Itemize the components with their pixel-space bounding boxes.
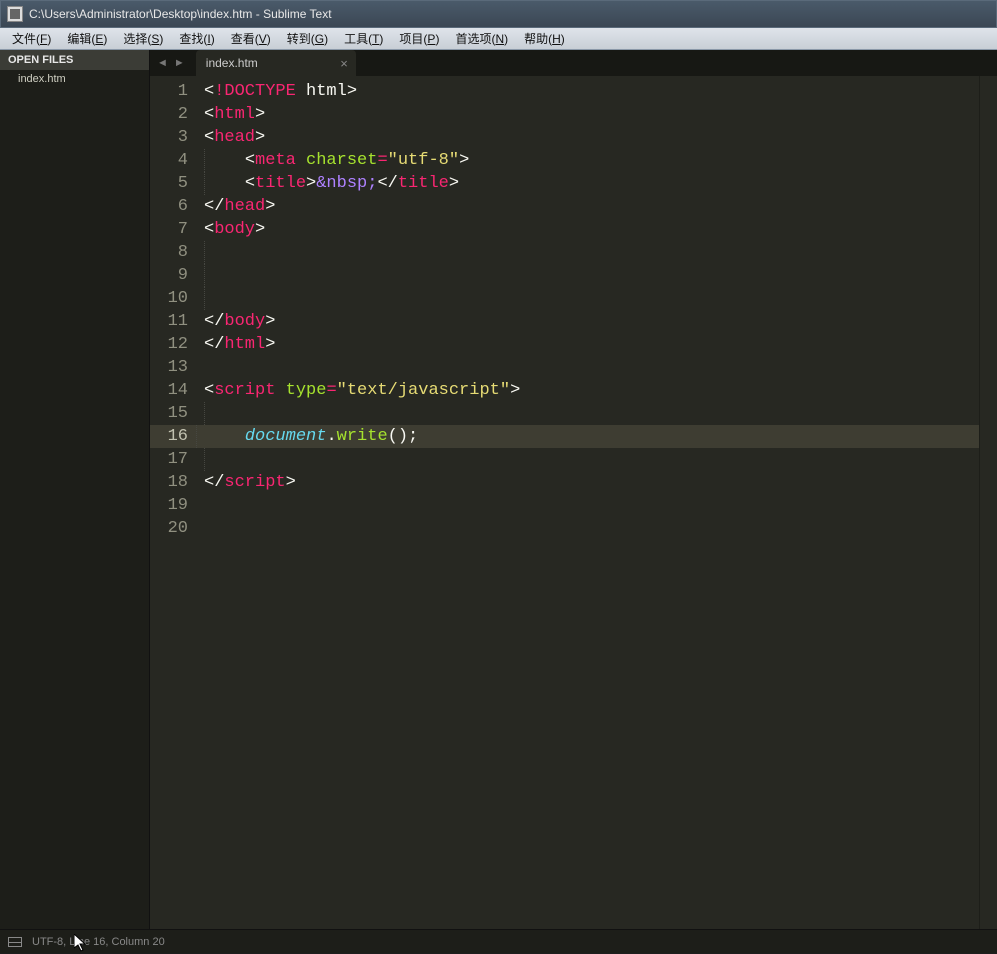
editor-pane: ◄ ► index.htm× 1234567891011121314151617… bbox=[150, 50, 997, 929]
line-number: 7 bbox=[150, 218, 188, 241]
status-encoding[interactable]: UTF-8 bbox=[32, 936, 63, 948]
tab-close-icon[interactable]: × bbox=[340, 56, 348, 71]
menu-item-t[interactable]: 工具(T) bbox=[336, 28, 391, 49]
window-titlebar[interactable]: C:\Users\Administrator\Desktop\index.htm… bbox=[0, 0, 997, 28]
line-number: 20 bbox=[150, 517, 188, 540]
code-line[interactable] bbox=[204, 287, 979, 310]
code-line[interactable]: <body> bbox=[204, 218, 979, 241]
code-line[interactable]: <meta charset="utf-8"> bbox=[204, 149, 979, 172]
line-number: 19 bbox=[150, 494, 188, 517]
tab-item[interactable]: index.htm × bbox=[196, 50, 356, 76]
code-line[interactable]: </script> bbox=[204, 471, 979, 494]
app-icon bbox=[7, 6, 23, 22]
line-number: 18 bbox=[150, 471, 188, 494]
menu-item-g[interactable]: 转到(G) bbox=[279, 28, 336, 49]
code-line[interactable] bbox=[204, 494, 979, 517]
sidebar: OPEN FILES index.htm bbox=[0, 50, 150, 929]
line-number: 9 bbox=[150, 264, 188, 287]
line-number: 13 bbox=[150, 356, 188, 379]
line-number: 10 bbox=[150, 287, 188, 310]
menu-item-n[interactable]: 首选项(N) bbox=[447, 28, 516, 49]
line-number: 6 bbox=[150, 195, 188, 218]
code-line[interactable] bbox=[204, 517, 979, 540]
line-number: 15 bbox=[150, 402, 188, 425]
line-number: 11 bbox=[150, 310, 188, 333]
window-title: C:\Users\Administrator\Desktop\index.htm… bbox=[29, 7, 332, 21]
code-line[interactable]: </body> bbox=[204, 310, 979, 333]
line-number: 17 bbox=[150, 448, 188, 471]
menu-item-e[interactable]: 编辑(E) bbox=[59, 28, 115, 49]
sidebar-file-item[interactable]: index.htm bbox=[0, 70, 149, 88]
menu-item-h[interactable]: 帮助(H) bbox=[516, 28, 573, 49]
panel-toggle-icon[interactable] bbox=[8, 937, 22, 947]
line-number-gutter: 1234567891011121314151617181920 bbox=[150, 76, 196, 929]
tab-bar: ◄ ► index.htm × bbox=[150, 50, 997, 76]
code-line[interactable]: <title>&nbsp;</title> bbox=[204, 172, 979, 195]
code-area[interactable]: <!DOCTYPE html><html><head> <meta charse… bbox=[196, 76, 979, 929]
line-number: 16 bbox=[150, 425, 196, 448]
sidebar-open-files-header: OPEN FILES bbox=[0, 50, 149, 70]
code-line[interactable]: <html> bbox=[204, 103, 979, 126]
code-line[interactable] bbox=[204, 241, 979, 264]
tab-nav-arrows: ◄ ► bbox=[150, 57, 192, 69]
line-number: 4 bbox=[150, 149, 188, 172]
code-line[interactable]: </html> bbox=[204, 333, 979, 356]
status-position[interactable]: Line 16, Column 20 bbox=[69, 936, 164, 948]
line-number: 1 bbox=[150, 80, 188, 103]
code-line[interactable] bbox=[204, 402, 979, 425]
code-line[interactable]: <!DOCTYPE html> bbox=[204, 80, 979, 103]
minimap[interactable] bbox=[979, 76, 997, 929]
line-number: 3 bbox=[150, 126, 188, 149]
code-line[interactable] bbox=[204, 264, 979, 287]
menu-item-s[interactable]: 选择(S) bbox=[115, 28, 171, 49]
tab-prev-button[interactable]: ◄ bbox=[154, 57, 171, 69]
menu-item-v[interactable]: 查看(V) bbox=[223, 28, 279, 49]
tab-next-button[interactable]: ► bbox=[171, 57, 188, 69]
line-number: 5 bbox=[150, 172, 188, 195]
editor-body[interactable]: 1234567891011121314151617181920 <!DOCTYP… bbox=[150, 76, 997, 929]
code-line[interactable]: </head> bbox=[204, 195, 979, 218]
code-line[interactable]: document.write(); bbox=[196, 425, 979, 448]
tab-label: index.htm bbox=[206, 56, 258, 70]
line-number: 12 bbox=[150, 333, 188, 356]
menu-item-p[interactable]: 项目(P) bbox=[391, 28, 447, 49]
code-line[interactable]: <head> bbox=[204, 126, 979, 149]
menu-bar: 文件(F)编辑(E)选择(S)查找(I)查看(V)转到(G)工具(T)项目(P)… bbox=[0, 28, 997, 50]
status-bar: UTF-8 , Line 16, Column 20 bbox=[0, 929, 997, 953]
main-area: OPEN FILES index.htm ◄ ► index.htm× 1234… bbox=[0, 50, 997, 929]
menu-item-f[interactable]: 文件(F) bbox=[4, 28, 59, 49]
code-line[interactable]: <script type="text/javascript"> bbox=[204, 379, 979, 402]
menu-item-i[interactable]: 查找(I) bbox=[171, 28, 222, 49]
line-number: 14 bbox=[150, 379, 188, 402]
code-line[interactable] bbox=[204, 356, 979, 379]
code-line[interactable] bbox=[204, 448, 979, 471]
line-number: 2 bbox=[150, 103, 188, 126]
line-number: 8 bbox=[150, 241, 188, 264]
